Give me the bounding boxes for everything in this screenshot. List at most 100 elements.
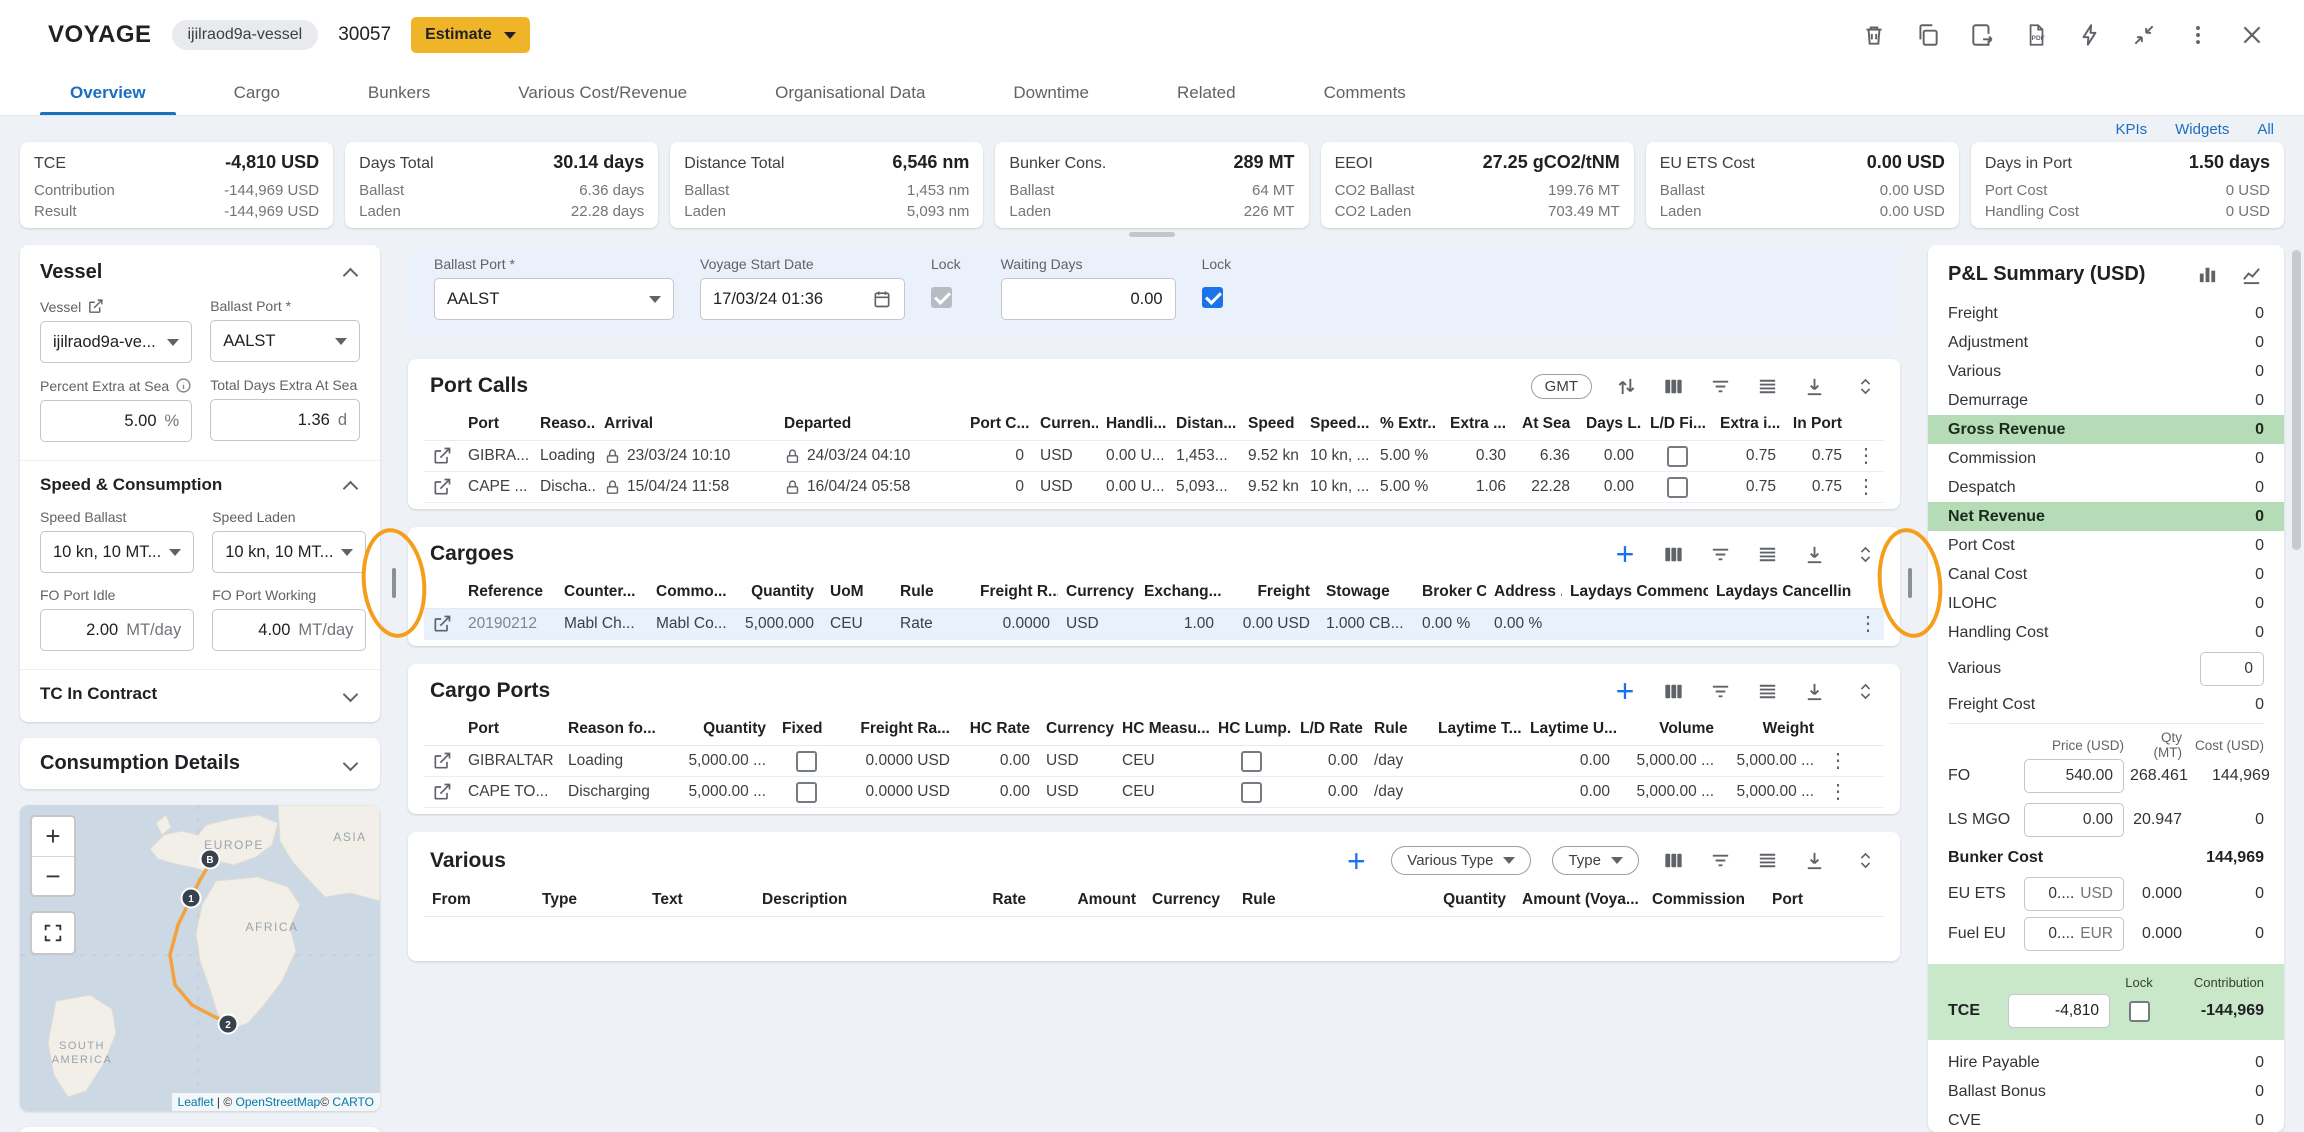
various-amount-input[interactable]: 0	[2200, 652, 2264, 686]
bar-chart-icon[interactable]	[2194, 261, 2220, 287]
column-header[interactable]: Commo...	[648, 583, 730, 601]
sort-icon[interactable]	[1613, 373, 1639, 399]
column-header[interactable]: Currency	[1058, 583, 1136, 601]
ld-fixed-checkbox[interactable]	[1667, 446, 1688, 467]
info-icon[interactable]	[175, 377, 192, 394]
map-marker-1[interactable]: 1	[182, 889, 201, 908]
column-header[interactable]: Quantity	[1394, 891, 1514, 909]
download-icon[interactable]	[1801, 848, 1827, 874]
download-icon[interactable]	[1801, 678, 1827, 704]
column-header[interactable]: UoM	[822, 583, 892, 601]
type-dropdown[interactable]: Type	[1552, 846, 1639, 875]
column-header[interactable]: Port	[460, 720, 560, 738]
gmt-toggle-button[interactable]: GMT	[1531, 374, 1592, 399]
column-header[interactable]: Stowage	[1318, 583, 1414, 601]
map-marker-2[interactable]: 2	[219, 1015, 238, 1034]
column-header[interactable]: Port	[460, 415, 532, 433]
column-header[interactable]: Rule	[1234, 891, 1394, 909]
collapse-card-icon[interactable]	[1852, 848, 1878, 874]
zoom-out-button[interactable]: −	[32, 856, 74, 895]
pnl-resize-handle[interactable]	[1908, 568, 1912, 598]
column-header[interactable]: Extra ...	[1436, 415, 1514, 433]
column-header[interactable]: Currency	[1144, 891, 1234, 909]
lsmgo-price-input[interactable]: 0.00	[2024, 803, 2124, 837]
column-header[interactable]: Broker C...	[1414, 583, 1486, 601]
column-header[interactable]: Arrival	[596, 415, 776, 433]
waiting-days-lock-checkbox[interactable]	[1202, 287, 1223, 308]
journal-export-icon[interactable]	[1968, 21, 1996, 49]
row-menu-icon[interactable]: ⋮	[1850, 477, 1882, 497]
column-header[interactable]: Address ...	[1486, 583, 1562, 601]
map-marker-b[interactable]: B	[201, 850, 220, 869]
tab-organisational-data[interactable]: Organisational Data	[731, 70, 969, 115]
column-header[interactable]: Distan...	[1168, 415, 1240, 433]
column-header[interactable]: Rule	[1366, 720, 1430, 738]
column-header[interactable]: Handli...	[1098, 415, 1168, 433]
row-menu-icon[interactable]: ⋮	[1822, 782, 1854, 802]
column-header[interactable]: Amount	[1034, 891, 1144, 909]
columns-icon[interactable]	[1660, 848, 1686, 874]
ld-fixed-checkbox[interactable]	[1667, 477, 1688, 498]
speed-laden-select[interactable]: 10 kn, 10 MT...	[212, 531, 366, 573]
column-header[interactable]: Fixed	[774, 720, 838, 738]
consumption-details-header[interactable]: Consumption Details	[40, 752, 360, 775]
columns-icon[interactable]	[1660, 678, 1686, 704]
density-icon[interactable]	[1754, 541, 1780, 567]
column-header[interactable]: Laydays Cancelling	[1708, 583, 1852, 601]
column-header[interactable]: Rate	[914, 891, 1034, 909]
total-days-extra-input[interactable]: 1.36d	[210, 399, 360, 441]
download-icon[interactable]	[1801, 373, 1827, 399]
column-header[interactable]: Extra i...	[1712, 415, 1784, 433]
column-header[interactable]: Port C...	[962, 415, 1032, 433]
add-cargo-icon[interactable]: +	[1611, 542, 1639, 566]
tce-input[interactable]: -4,810	[2008, 994, 2110, 1028]
speed-consumption-header[interactable]: Speed & Consumption	[40, 475, 360, 495]
column-header[interactable]: Quantity	[730, 583, 822, 601]
fo-port-idle-input[interactable]: 2.00MT/day	[40, 609, 194, 651]
open-in-new-icon[interactable]	[432, 614, 452, 634]
filter-icon[interactable]	[1707, 541, 1733, 567]
column-header[interactable]: L/D Rate	[1292, 720, 1366, 738]
speed-ballast-select[interactable]: 10 kn, 10 MT...	[40, 531, 194, 573]
column-header[interactable]: Speed...	[1302, 415, 1372, 433]
column-header[interactable]: HC Lump...	[1210, 720, 1292, 738]
column-header[interactable]: Reaso...	[532, 415, 596, 433]
column-header[interactable]: Rule	[892, 583, 972, 601]
widgets-link[interactable]: Widgets	[2175, 121, 2229, 138]
tab-related[interactable]: Related	[1133, 70, 1280, 115]
bolt-icon[interactable]	[2076, 21, 2104, 49]
all-link[interactable]: All	[2257, 121, 2274, 138]
column-header[interactable]: Freight R...	[972, 583, 1058, 601]
density-icon[interactable]	[1754, 373, 1780, 399]
table-row[interactable]: GIBRALTAR Loading 5,000.00 ... 0.0000 US…	[424, 746, 1884, 777]
ballast-port-select[interactable]: AALST	[210, 320, 360, 362]
column-header[interactable]: Amount (Voya...	[1514, 891, 1644, 909]
column-header[interactable]: Reason fo...	[560, 720, 664, 738]
voyage-start-date-input[interactable]: 17/03/24 01:36	[700, 278, 905, 320]
column-header[interactable]: Laytime T...	[1430, 720, 1522, 738]
zoom-in-button[interactable]: +	[32, 817, 74, 856]
column-header[interactable]: Laytime U...	[1522, 720, 1618, 738]
various-type-dropdown[interactable]: Various Type	[1391, 846, 1531, 875]
column-header[interactable]: At Sea	[1514, 415, 1578, 433]
tab-comments[interactable]: Comments	[1280, 70, 1450, 115]
add-various-icon[interactable]: +	[1342, 849, 1370, 873]
filter-icon[interactable]	[1707, 848, 1733, 874]
date-lock-checkbox[interactable]	[931, 287, 952, 308]
column-header[interactable]: From	[424, 891, 534, 909]
column-header[interactable]: Counter...	[556, 583, 648, 601]
leaflet-link[interactable]: Leaflet	[178, 1095, 214, 1109]
filter-icon[interactable]	[1707, 373, 1733, 399]
line-chart-icon[interactable]	[2238, 261, 2264, 287]
row-menu-icon[interactable]: ⋮	[1852, 614, 1884, 634]
route-map[interactable]: B 1 2 EUROPE ASIA AFRICA SOUTH AMERICA	[20, 805, 380, 1111]
row-menu-icon[interactable]: ⋮	[1850, 446, 1882, 466]
percent-extra-input[interactable]: 5.00%	[40, 400, 192, 442]
table-row[interactable]: CAPE TO... Discharging 5,000.00 ... 0.00…	[424, 777, 1884, 808]
add-cargo-port-icon[interactable]: +	[1611, 679, 1639, 703]
column-header[interactable]: Port	[1764, 891, 1864, 909]
table-row[interactable]: 20190212 Mabl Ch... Mabl Co... 5,000.000…	[424, 609, 1884, 640]
column-header[interactable]: Speed	[1240, 415, 1302, 433]
copy-icon[interactable]	[1914, 21, 1942, 49]
osm-link[interactable]: OpenStreetMap	[236, 1095, 321, 1109]
